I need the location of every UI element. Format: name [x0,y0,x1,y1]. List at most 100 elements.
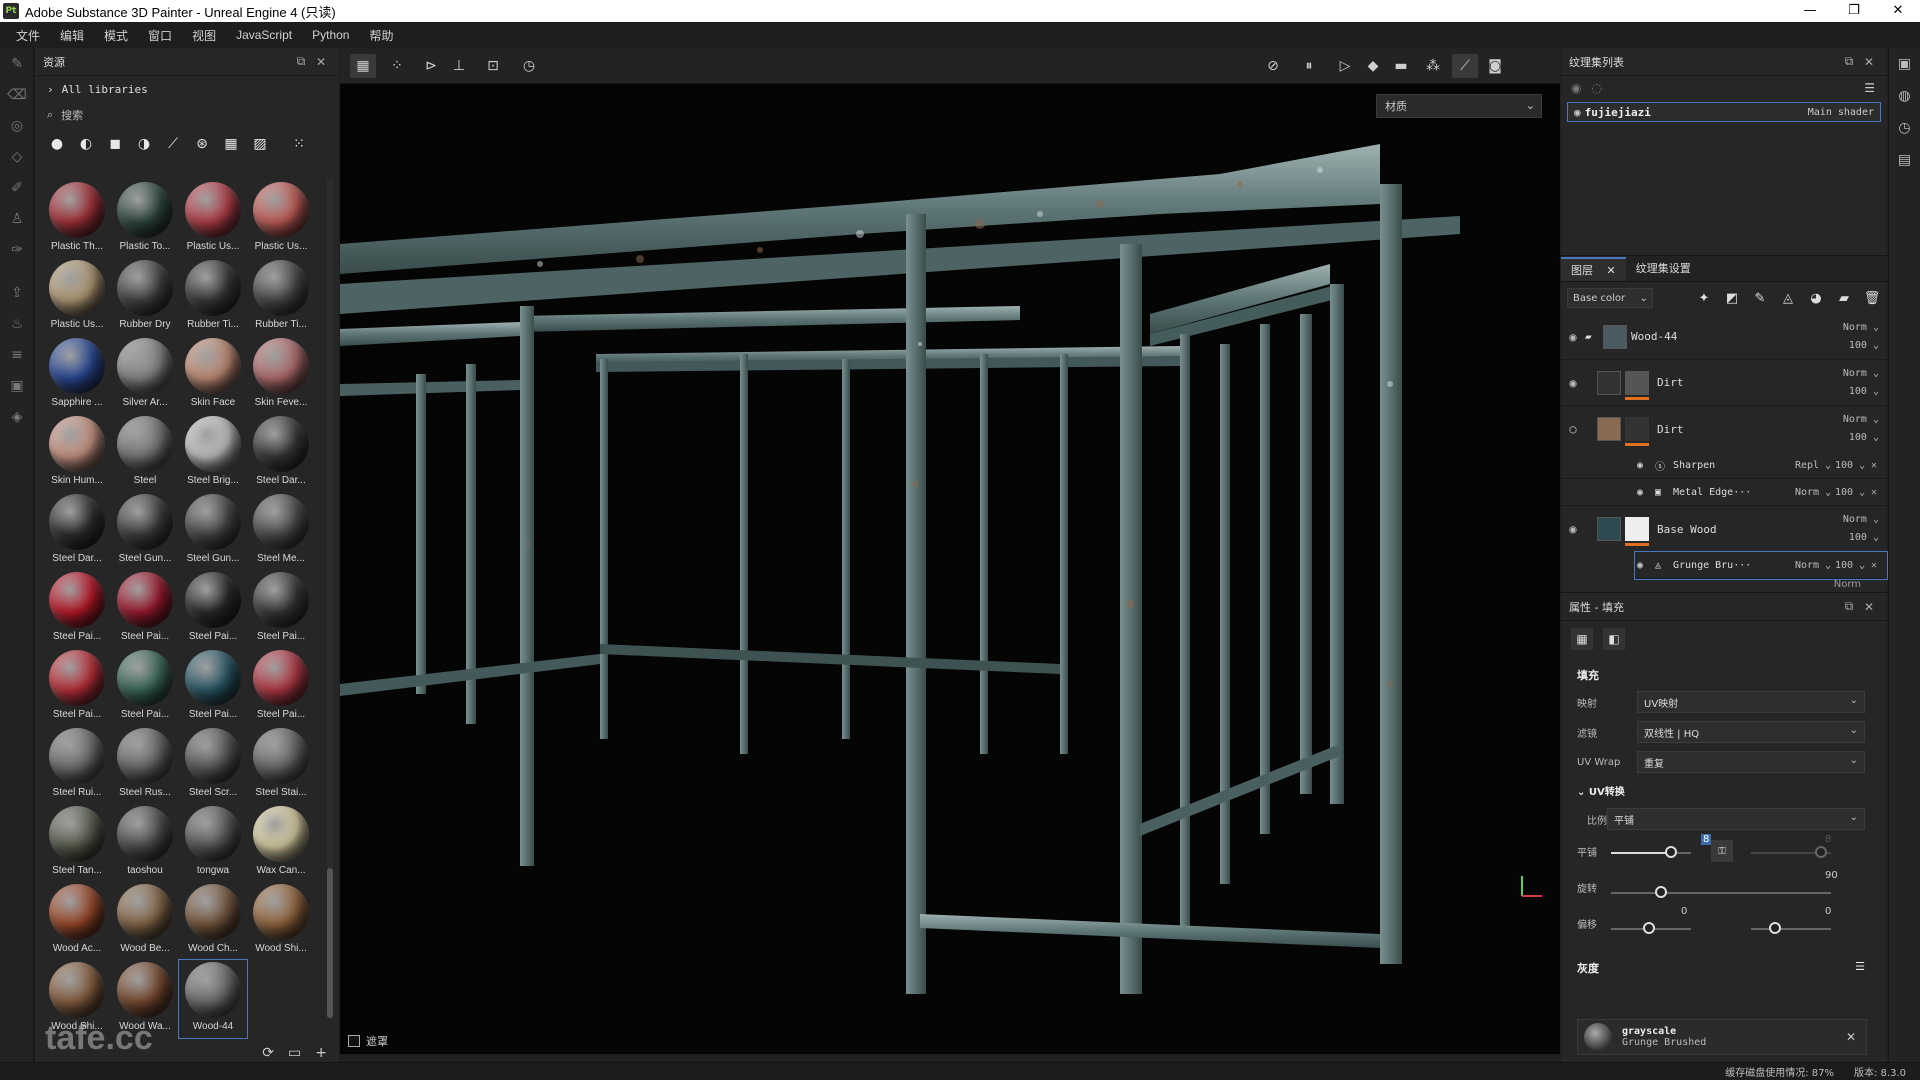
uvwrap-select[interactable]: 重复 ⌄ [1637,751,1865,773]
add-folder-icon[interactable]: ▰ [1835,291,1853,306]
history-icon[interactable]: ◷ [1889,112,1920,144]
add-icon[interactable]: + [315,1045,327,1061]
export-icon[interactable]: ⇪ [0,277,34,308]
brush-icon[interactable]: ⟋ [1452,54,1478,78]
layer-row[interactable]: ◉ ▰ Wood-44 Norm ⌄ 100 ⌄ [1561,314,1887,360]
history-icon[interactable]: ◷ [516,54,542,78]
close-panel-icon[interactable]: ✕ [311,55,331,69]
material-tile[interactable]: Steel Stai... [247,726,315,804]
effect-blend[interactable]: Repl ⌄ [1795,460,1835,471]
filter-filters-icon[interactable]: ◑ [134,134,154,154]
rotate-knob[interactable] [1655,886,1667,898]
eye-icon[interactable]: ◉ [1561,522,1585,536]
material-tile[interactable]: Rubber Ti... [247,258,315,336]
effect-row[interactable]: ◉ ▣ Metal Edge··· Norm ⌄ 100 ⌄ ✕ [1561,479,1887,506]
rotate-track[interactable] [1611,892,1831,894]
ratio-select[interactable]: 平铺 ⌄ [1607,808,1865,830]
lock-icon[interactable]: ⚿ [1711,840,1733,862]
view-3d-icon[interactable]: ◆ [1360,54,1386,78]
list-menu-icon[interactable]: ☰ [1855,960,1865,976]
layer-blend[interactable]: Norm ⌄ 100 ⌄ [1817,365,1887,401]
material-tile[interactable]: Steel Gun... [179,492,247,570]
add-effect-icon[interactable]: ✦ [1695,291,1713,306]
material-tile[interactable]: Steel Pai... [43,648,111,726]
material-tile[interactable]: Skin Hum... [43,414,111,492]
filter-particles-icon[interactable]: ⊛ [192,134,212,154]
material-tab-icon[interactable]: ▦ [1571,628,1593,650]
clone-icon[interactable]: ♙ [0,203,34,234]
material-tile[interactable]: Steel Tan... [43,804,111,882]
particle-icon[interactable]: ⁂ [1420,54,1446,78]
eye-icon[interactable]: ◉ [1561,330,1585,344]
material-tile[interactable]: Plastic Us... [43,258,111,336]
uv-transform-title[interactable]: ⌄ UV转换 [1561,777,1887,804]
camera-icon[interactable]: ▬ [1388,54,1414,78]
refresh-icon[interactable]: ⟳ [262,1045,274,1061]
layer-row[interactable]: ○ Dirt Norm ⌄ 100 ⌄ [1561,406,1887,452]
menu-javascript[interactable]: JavaScript [236,28,292,42]
filter-environments-icon[interactable]: ▨ [250,134,270,154]
add-paint-layer-icon[interactable]: ✎ [1751,291,1769,306]
filter-materials-icon[interactable]: ● [47,134,67,154]
tab-texture-set-settings[interactable]: 纹理集设置 [1626,257,1701,281]
filter-textures-icon[interactable]: ▦ [221,134,241,154]
eye-icon[interactable]: ◉ [1637,560,1655,571]
material-tile[interactable]: Steel Pai... [247,648,315,726]
eye-hidden-icon[interactable]: ○ [1561,422,1585,436]
eye-icon[interactable]: ◉ [1574,106,1581,119]
menu-file[interactable]: 文件 [16,27,40,44]
filter-smart-masks-icon[interactable]: ◼ [105,134,125,154]
material-tile[interactable]: Wood-44 [178,959,248,1039]
float-panel-icon[interactable]: ⧉ [1839,599,1859,614]
screenshot-icon[interactable]: ◙ [1482,54,1508,78]
bake-icon[interactable]: ♨ [0,308,34,339]
close-panel-icon[interactable]: ✕ [1859,600,1879,614]
material-tile[interactable]: Plastic To... [111,180,179,258]
layer-blend[interactable]: Norm ⌄ 100 ⌄ [1817,511,1887,547]
folder-icon[interactable]: ▭ [288,1045,301,1061]
tile-knob-b[interactable] [1815,846,1827,858]
tile-value[interactable]: 8 [1701,834,1712,845]
rotate-value[interactable]: 90 [1825,870,1838,881]
material-tile[interactable]: Plastic Th... [43,180,111,258]
texture-set-row[interactable]: ◉ fujiejiazi Main shader [1567,102,1881,122]
texture-set-icon[interactable]: ▣ [1889,48,1920,80]
offset-value-a[interactable]: 0 [1681,906,1687,917]
menu-view[interactable]: 视图 [192,27,216,44]
material-tile[interactable]: Steel Rus... [111,726,179,804]
smudge-icon[interactable]: ✐ [0,172,34,203]
material-tile[interactable]: Steel Me... [247,492,315,570]
maximize-button[interactable]: ❐ [1832,0,1876,22]
layer-blend[interactable]: Norm ⌄ 100 ⌄ [1817,411,1887,447]
offset-knob-b[interactable] [1769,922,1781,934]
material-tile[interactable]: Wood Be... [111,882,179,960]
material-tile[interactable]: Steel Pai... [111,570,179,648]
offset-value-b[interactable]: 0 [1825,906,1831,917]
eye-icon[interactable]: ◉ [1561,376,1585,390]
delete-layer-icon[interactable]: 🗑 [1863,291,1881,306]
tab-layers[interactable]: 图层 ✕ [1561,257,1626,281]
material-tile[interactable]: Rubber Ti... [179,258,247,336]
effect-row[interactable]: ◉ ⓢ Sharpen Repl ⌄ 100 ⌄ ✕ [1561,452,1887,479]
material-tile[interactable]: Wood Ac... [43,882,111,960]
remove-effect-icon[interactable]: ✕ [1871,560,1887,571]
asset-search[interactable]: ⌕ 搜索 [35,102,339,128]
add-fill-layer-icon[interactable]: ◬ [1779,291,1797,306]
material-tile[interactable]: Steel Pai... [43,570,111,648]
menu-mode[interactable]: 模式 [104,27,128,44]
mapping-select[interactable]: UV映射 ⌄ [1637,691,1865,713]
filter-smart-materials-icon[interactable]: ◐ [76,134,96,154]
minimize-button[interactable]: — [1788,0,1832,22]
material-tile[interactable]: Wax Can... [247,804,315,882]
material-tile[interactable]: Skin Face [179,336,247,414]
shelf-icon[interactable]: ≡ [0,339,34,370]
remove-effect-icon[interactable]: ✕ [1871,460,1887,471]
material-tile[interactable]: Steel Scr... [179,726,247,804]
eraser-icon[interactable]: ⌫ [0,79,34,110]
fit-view-icon[interactable]: ⊡ [480,54,506,78]
list-menu-icon[interactable]: ☰ [1864,81,1875,95]
material-tile[interactable]: Steel Pai... [111,648,179,726]
material-tile[interactable]: Steel Pai... [179,570,247,648]
material-tile[interactable]: Rubber Dry [111,258,179,336]
layer-blend[interactable]: Norm ⌄ 100 ⌄ [1817,319,1887,355]
